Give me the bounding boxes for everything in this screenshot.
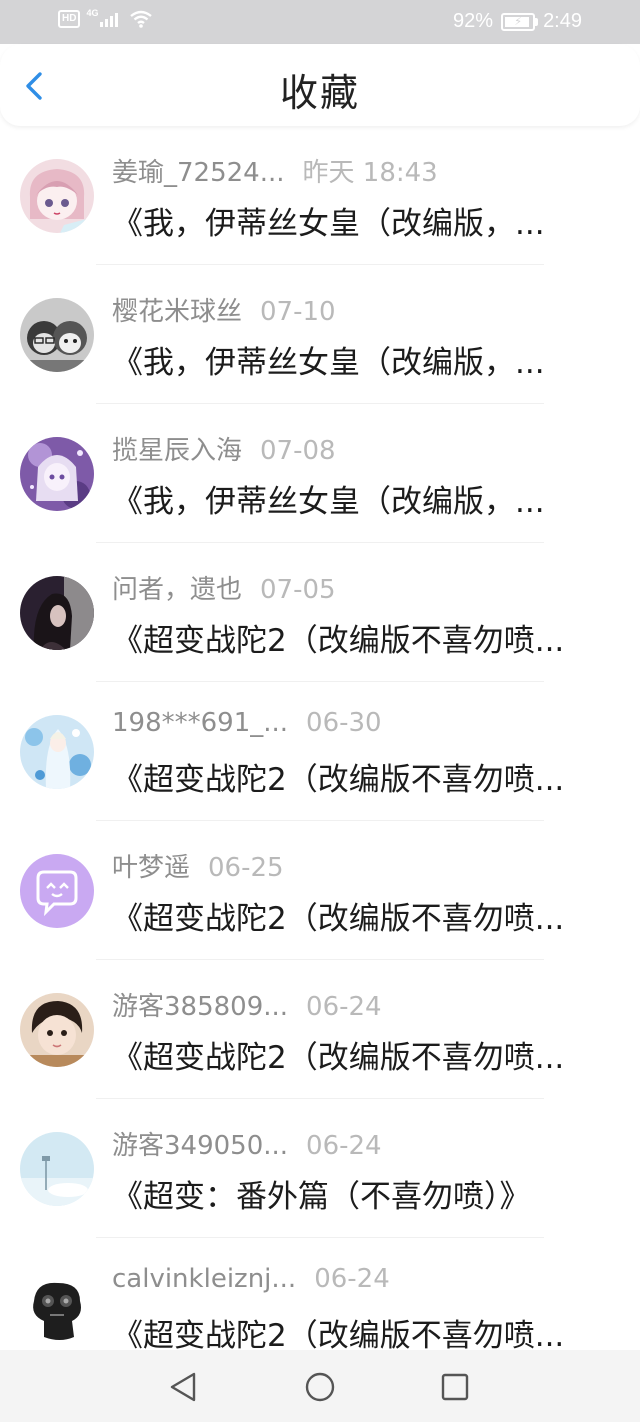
favorites-list: 姜瑜_72524... 昨天 18:43 《我，伊蒂丝女皇（改编版，... 樱花米… bbox=[0, 126, 640, 1377]
list-item[interactable]: 198***691_... 06-30 《超变战陀2（改编版不喜勿喷... bbox=[0, 682, 640, 821]
avatar[interactable] bbox=[20, 1132, 94, 1206]
signal-icon bbox=[100, 11, 119, 27]
hd-icon: HD bbox=[58, 10, 81, 28]
app-header: 收藏 bbox=[0, 44, 640, 126]
item-meta: 198***691_... 06-30 bbox=[112, 708, 382, 738]
list-item[interactable]: 游客349050... 06-24 《超变：番外篇（不喜勿喷）》 bbox=[0, 1099, 640, 1238]
circle-home-icon[interactable] bbox=[303, 1370, 337, 1404]
author-name: 樱花米球丝 bbox=[112, 297, 243, 327]
item-time: 昨天 18:43 bbox=[302, 158, 438, 188]
work-title: 《我，伊蒂丝女皇（改编版，... bbox=[112, 345, 545, 381]
item-time: 06-24 bbox=[314, 1264, 390, 1294]
list-item[interactable]: 揽星辰入海 07-08 《我，伊蒂丝女皇（改编版，... bbox=[0, 404, 640, 543]
item-time: 07-08 bbox=[260, 436, 336, 466]
avatar[interactable] bbox=[20, 993, 94, 1067]
avatar[interactable] bbox=[20, 854, 94, 928]
work-title: 《超变：番外篇（不喜勿喷）》 bbox=[112, 1179, 531, 1215]
status-bar: HD 4G 92% ⚡ 2:49 bbox=[0, 0, 640, 44]
author-name: 198***691_... bbox=[112, 708, 289, 738]
avatar[interactable] bbox=[20, 715, 94, 789]
list-item[interactable]: 叶梦遥 06-25 《超变战陀2（改编版不喜勿喷... bbox=[0, 821, 640, 960]
list-item[interactable]: 姜瑜_72524... 昨天 18:43 《我，伊蒂丝女皇（改编版，... bbox=[0, 126, 640, 265]
square-recents-icon[interactable] bbox=[438, 1370, 472, 1404]
work-title: 《超变战陀2（改编版不喜勿喷... bbox=[112, 1318, 565, 1354]
author-name: calvinkleiznj... bbox=[112, 1264, 297, 1294]
work-title: 《超变战陀2（改编版不喜勿喷... bbox=[112, 762, 565, 798]
item-meta: calvinkleiznj... 06-24 bbox=[112, 1264, 390, 1294]
avatar[interactable] bbox=[20, 576, 94, 650]
system-nav-bar bbox=[0, 1350, 640, 1422]
status-left: HD 4G bbox=[58, 8, 153, 28]
list-item[interactable]: 问者，遗也 07-05 《超变战陀2（改编版不喜勿喷... bbox=[0, 543, 640, 682]
list-item[interactable]: 游客385809... 06-24 《超变战陀2（改编版不喜勿喷... bbox=[0, 960, 640, 1099]
work-title: 《我，伊蒂丝女皇（改编版，... bbox=[112, 484, 545, 520]
wifi-icon bbox=[130, 10, 153, 28]
battery-icon: ⚡ bbox=[501, 12, 539, 31]
item-meta: 游客385809... 06-24 bbox=[112, 986, 382, 1023]
triangle-back-icon[interactable] bbox=[166, 1370, 200, 1404]
clock: 2:49 bbox=[543, 10, 582, 32]
author-name: 游客349050... bbox=[112, 1131, 289, 1161]
item-meta: 揽星辰入海 07-08 bbox=[112, 430, 336, 467]
avatar[interactable] bbox=[20, 1271, 94, 1345]
avatar[interactable] bbox=[20, 437, 94, 511]
author-name: 叶梦遥 bbox=[112, 853, 191, 883]
author-name: 游客385809... bbox=[112, 992, 289, 1022]
item-meta: 叶梦遥 06-25 bbox=[112, 847, 284, 884]
work-title: 《超变战陀2（改编版不喜勿喷... bbox=[112, 1040, 565, 1076]
page-title: 收藏 bbox=[279, 71, 360, 115]
item-time: 07-10 bbox=[260, 297, 336, 327]
item-time: 06-30 bbox=[306, 708, 382, 738]
item-time: 06-24 bbox=[306, 1131, 382, 1161]
work-title: 《超变战陀2（改编版不喜勿喷... bbox=[112, 623, 565, 659]
avatar[interactable] bbox=[20, 298, 94, 372]
item-time: 06-25 bbox=[208, 853, 284, 883]
item-meta: 问者，遗也 07-05 bbox=[112, 569, 336, 606]
network-type: 4G bbox=[86, 8, 99, 18]
item-meta: 姜瑜_72524... 昨天 18:43 bbox=[112, 152, 438, 189]
work-title: 《我，伊蒂丝女皇（改编版，... bbox=[112, 206, 545, 242]
status-right: 92% ⚡ 2:49 bbox=[453, 10, 582, 33]
author-name: 揽星辰入海 bbox=[112, 436, 243, 466]
list-item[interactable]: 樱花米球丝 07-10 《我，伊蒂丝女皇（改编版，... bbox=[0, 265, 640, 404]
item-meta: 樱花米球丝 07-10 bbox=[112, 291, 336, 328]
work-title: 《超变战陀2（改编版不喜勿喷... bbox=[112, 901, 565, 937]
author-name: 问者，遗也 bbox=[112, 575, 243, 605]
item-time: 06-24 bbox=[306, 992, 382, 1022]
author-name: 姜瑜_72524... bbox=[112, 158, 285, 188]
item-time: 07-05 bbox=[260, 575, 336, 605]
battery-percent: 92% bbox=[453, 10, 494, 32]
avatar[interactable] bbox=[20, 159, 94, 233]
item-meta: 游客349050... 06-24 bbox=[112, 1125, 382, 1162]
